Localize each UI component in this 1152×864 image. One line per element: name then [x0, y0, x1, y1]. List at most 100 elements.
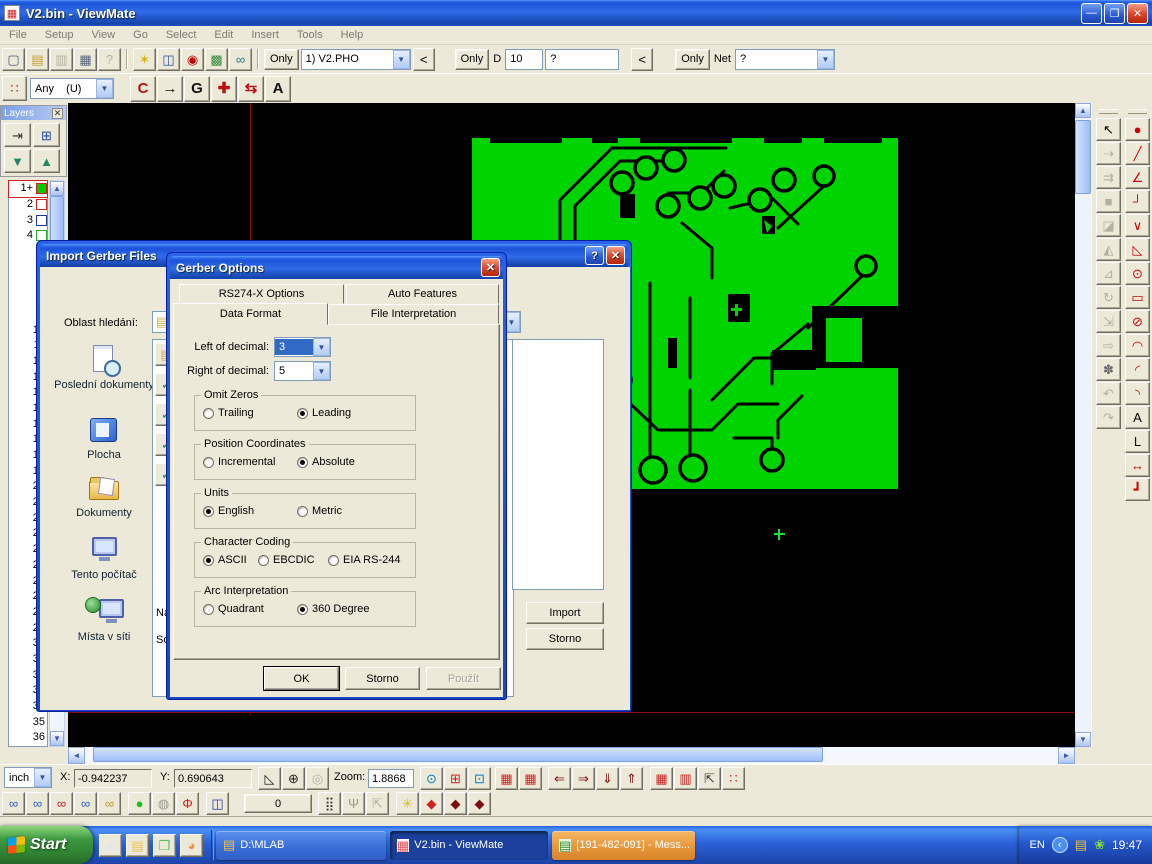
toolbar-grip[interactable] — [1128, 109, 1147, 114]
ok-button[interactable]: OK — [264, 667, 339, 690]
close-icon[interactable]: ✕ — [52, 108, 63, 119]
open-folder-icon[interactable]: ▤ — [26, 48, 49, 71]
anchor-icon[interactable]: Ψ — [342, 792, 365, 815]
full-grid-icon[interactable]: ▦ — [519, 767, 542, 790]
mirror-horizontal-icon[interactable]: ⊿ — [1096, 262, 1121, 285]
task-messenger[interactable]: ▤ [191-482-091] - Mess... — [552, 831, 695, 860]
unit-combo[interactable]: inch▼ — [4, 767, 52, 788]
draw-pad-icon[interactable]: ● — [1125, 118, 1150, 141]
vertical-scrollbar[interactable]: ▲ ▼ — [1075, 103, 1091, 747]
draw-chord-icon[interactable]: ⊘ — [1125, 310, 1150, 333]
menu-select[interactable]: Select — [157, 27, 206, 43]
draw-ellipse-arc-icon[interactable]: ◜ — [1125, 358, 1150, 381]
place-documents[interactable]: Dokumenty — [52, 473, 156, 519]
tray-icq-icon[interactable]: ❀ — [1094, 837, 1105, 853]
layer-colors-icon[interactable]: ▩ — [205, 48, 228, 71]
layer-down-icon[interactable]: ▼ — [4, 149, 31, 173]
layer-row[interactable]: 1+ — [9, 181, 47, 197]
chevron-down-icon[interactable]: ▼ — [34, 768, 51, 787]
layer-row[interactable]: 36 — [9, 730, 47, 746]
tile-windows-icon[interactable]: ◫ — [206, 792, 229, 815]
context-help-icon[interactable]: ? — [98, 48, 121, 71]
help-icon[interactable]: ? — [585, 246, 604, 265]
tab-rs274x-options[interactable]: RS274-X Options — [179, 284, 344, 304]
radio-absolute[interactable]: Absolute — [297, 456, 355, 468]
apply-button[interactable]: Použít — [426, 667, 501, 690]
components-icon[interactable]: ◫ — [157, 48, 180, 71]
undo-icon[interactable]: ↶ — [1096, 382, 1121, 405]
select-marker-icon[interactable]: ∷ — [2, 76, 27, 101]
move-to-icon[interactable]: ⇨ — [1096, 334, 1121, 357]
draw-dimension-icon[interactable]: ↔ — [1125, 454, 1150, 477]
chevron-down-icon[interactable]: ▼ — [313, 338, 330, 356]
view-selected-icon[interactable]: ∞ — [98, 792, 121, 815]
radio-leading[interactable]: Leading — [297, 407, 351, 419]
draw-label-icon[interactable]: L — [1125, 430, 1150, 453]
lamp-off-icon[interactable]: ◍ — [152, 792, 175, 815]
radio-icon[interactable] — [297, 408, 308, 419]
view-lines-icon[interactable]: ∞ — [26, 792, 49, 815]
close-icon[interactable]: ✕ — [481, 258, 500, 277]
clock[interactable]: 19:47 — [1112, 838, 1142, 852]
close-icon[interactable]: ✕ — [606, 246, 625, 265]
radio-icon[interactable] — [203, 457, 214, 468]
view-pads-icon[interactable]: ∞ — [50, 792, 73, 815]
layer-color-chip[interactable] — [36, 199, 47, 210]
draw-curve-icon[interactable]: ◝ — [1125, 382, 1150, 405]
layer-shift-icon[interactable]: ⇥ — [4, 123, 31, 147]
radio-icon[interactable] — [297, 457, 308, 468]
cancel-button[interactable]: Storno — [345, 667, 420, 690]
layer-up-icon[interactable]: ▲ — [33, 149, 60, 173]
mirror-vertical-icon[interactable]: ◭ — [1096, 238, 1121, 261]
radio-quadrant[interactable]: Quadrant — [203, 603, 264, 615]
chevron-down-icon[interactable]: ▼ — [96, 79, 113, 98]
dot-grid-icon[interactable]: ⣿ — [318, 792, 341, 815]
radio-eia-rs244[interactable]: EIA RS-244 — [328, 554, 400, 566]
dot-select-icon[interactable]: ∷ — [722, 767, 745, 790]
radio-icon[interactable] — [203, 555, 214, 566]
dcode-filter-field[interactable]: ? — [545, 49, 619, 70]
scroll-left-icon[interactable]: ◄ — [68, 747, 85, 764]
chevron-down-icon[interactable]: ▼ — [393, 50, 410, 69]
rotate-icon[interactable]: ↻ — [1096, 286, 1121, 309]
ghost-move-icon[interactable]: ⇱ — [366, 792, 389, 815]
book-icon[interactable]: ❒ — [153, 834, 176, 857]
radio-icon[interactable] — [203, 408, 214, 419]
draw-corner-icon[interactable]: ┘ — [1125, 190, 1150, 213]
draw-arc-icon[interactable]: ◠ — [1125, 334, 1150, 357]
only-net-button[interactable]: Only — [675, 49, 710, 70]
radio-icon[interactable] — [297, 604, 308, 615]
settings-gear-icon[interactable]: ✽ — [1096, 358, 1121, 381]
layer-color-chip[interactable] — [36, 183, 47, 194]
restore-button[interactable]: ❐ — [1104, 3, 1125, 24]
net-select-combo[interactable]: ?▼ — [735, 49, 835, 70]
pan-right-icon[interactable]: ⇒ — [572, 767, 595, 790]
left-of-decimal-combo[interactable]: 3▼ — [274, 337, 331, 357]
zoom-value-field[interactable]: 1.8868 — [368, 769, 414, 788]
import-button[interactable]: Import — [526, 602, 604, 624]
start-button[interactable]: Start — [0, 826, 93, 864]
scale-icon[interactable]: ⇲ — [1096, 310, 1121, 333]
menu-tools[interactable]: Tools — [288, 27, 332, 43]
radio-ascii[interactable]: ASCII — [203, 554, 247, 566]
diamond-dark-icon[interactable]: ◆ — [444, 792, 467, 815]
gerber-mode-icon[interactable]: G — [184, 76, 210, 102]
zoom-tool-icon[interactable]: ⊙ — [420, 767, 443, 790]
ie-icon[interactable]: e — [99, 834, 122, 857]
only-dcode-button[interactable]: Only — [455, 49, 490, 70]
radio-icon[interactable] — [328, 555, 339, 566]
draw-line-icon[interactable]: ╱ — [1125, 142, 1150, 165]
draw-corner2-icon[interactable]: ┛ — [1125, 478, 1150, 501]
layer-row[interactable]: 2 — [9, 197, 47, 213]
net-mode-icon[interactable]: ⇆ — [238, 76, 264, 102]
dcode-value-field[interactable]: 10 — [505, 49, 543, 70]
prev-dcode-button[interactable]: < — [631, 48, 653, 71]
new-file-icon[interactable]: ▢ — [2, 48, 25, 71]
radio-trailing[interactable]: Trailing — [203, 407, 254, 419]
radio-icon[interactable] — [297, 506, 308, 517]
probe-icon[interactable]: ◎ — [306, 767, 329, 790]
task-explorer[interactable]: ▤ D:\MLAB — [216, 831, 386, 860]
language-indicator[interactable]: EN — [1029, 839, 1044, 851]
radio-english[interactable]: English — [203, 505, 254, 517]
task-viewmate[interactable]: ▦ V2.bin - ViewMate — [390, 831, 548, 860]
